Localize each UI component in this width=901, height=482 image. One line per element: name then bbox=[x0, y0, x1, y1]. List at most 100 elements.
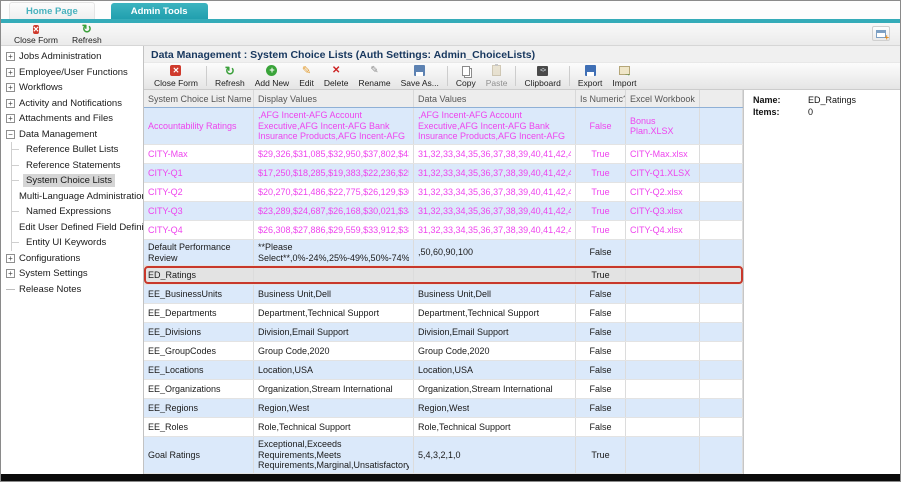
expand-icon[interactable]: + bbox=[6, 99, 15, 108]
cell-blank bbox=[700, 221, 743, 239]
table-row-ee-locations[interactable]: EE_LocationsLocation,USALocation,USAFals… bbox=[144, 361, 743, 380]
expand-icon[interactable]: + bbox=[6, 114, 15, 123]
column-header-blank[interactable] bbox=[700, 90, 743, 107]
expand-icon[interactable]: + bbox=[6, 269, 15, 278]
excel-workbook-link[interactable]: CITY-Q4.xlsx bbox=[630, 225, 683, 236]
column-header-is-numeric-[interactable]: Is Numeric? bbox=[576, 90, 626, 107]
sidebar-item-system-choice-lists[interactable]: System Choice Lists bbox=[12, 173, 143, 189]
add-new-button[interactable]: +Add New bbox=[250, 63, 295, 89]
cell-display-values: Location,USA bbox=[254, 361, 414, 379]
import-button[interactable]: Import bbox=[607, 63, 641, 89]
cell-list-name: EE_Divisions bbox=[144, 323, 254, 341]
cell-excel-workbook bbox=[626, 361, 700, 379]
close-form-button[interactable]: ✕Close Form bbox=[149, 63, 203, 89]
cell-display-values: ,AFG Incent-AFG Account Executive,AFG In… bbox=[254, 108, 414, 144]
sidebar-item-multi-language-administration[interactable]: Multi-Language Administration bbox=[12, 189, 143, 205]
cell-is-numeric: False bbox=[576, 342, 626, 360]
tab-admin-tools[interactable]: Admin Tools bbox=[111, 3, 208, 19]
sidebar-item-label: System Settings bbox=[19, 268, 88, 279]
cell-blank bbox=[700, 145, 743, 163]
cell-list-name: EE_Regions bbox=[144, 399, 254, 417]
refresh-button[interactable]: ↻Refresh bbox=[210, 63, 250, 89]
table-row-default-performance-review[interactable]: Default Performance Review**Please Selec… bbox=[144, 240, 743, 266]
clipboard-label: Clipboard bbox=[524, 78, 560, 88]
cell-blank bbox=[700, 240, 743, 265]
clipboard-button[interactable]: <>Clipboard bbox=[519, 63, 565, 89]
table-row-ed-ratings[interactable]: ED_RatingsTrue bbox=[144, 266, 743, 285]
close-form-button[interactable]: ✕ Close Form bbox=[7, 23, 65, 46]
table-row-ee-businessunits[interactable]: EE_BusinessUnitsBusiness Unit,DellBusine… bbox=[144, 285, 743, 304]
cell-blank bbox=[700, 342, 743, 360]
sidebar-item-release-notes[interactable]: Release Notes bbox=[1, 282, 143, 298]
tab-home-page[interactable]: Home Page bbox=[9, 2, 95, 19]
sidebar-item-reference-bullet-lists[interactable]: Reference Bullet Lists bbox=[12, 142, 143, 158]
edit-button[interactable]: ✎Edit bbox=[294, 63, 319, 89]
excel-workbook-link[interactable]: CITY-Q3.xlsx bbox=[630, 206, 683, 217]
close-form-icon: ✕ bbox=[169, 64, 182, 77]
cell-blank bbox=[700, 323, 743, 341]
table-row-ee-divisions[interactable]: EE_DivisionsDivision,Email SupportDivisi… bbox=[144, 323, 743, 342]
navigation-tree: +Jobs Administration+Employee/User Funct… bbox=[1, 46, 144, 476]
column-header-display-values[interactable]: Display Values bbox=[254, 90, 414, 107]
sidebar-item-attachments-and-files[interactable]: +Attachments and Files bbox=[1, 111, 143, 127]
table-row-city-q2[interactable]: CITY-Q2$20,270,$21,486,$22,775,$26,129,$… bbox=[144, 183, 743, 202]
column-header-data-values[interactable]: Data Values bbox=[414, 90, 576, 107]
sidebar-item-edit-user-defined-field-definitions[interactable]: Edit User Defined Field Definitions bbox=[12, 220, 143, 236]
table-row-city-q1[interactable]: CITY-Q1$17,250,$18,285,$19,383,$22,236,$… bbox=[144, 164, 743, 183]
table-row-goal-ratings[interactable]: Goal RatingsExceptional,Exceeds Requirem… bbox=[144, 437, 743, 474]
sidebar-item-data-management[interactable]: −Data Management bbox=[1, 127, 143, 143]
table-row-ee-organizations[interactable]: EE_OrganizationsOrganization,Stream Inte… bbox=[144, 380, 743, 399]
expand-icon[interactable]: + bbox=[6, 83, 15, 92]
excel-workbook-link[interactable]: CITY-Max.xlsx bbox=[630, 149, 688, 160]
excel-workbook-link[interactable]: CITY-Q2.xlsx bbox=[630, 187, 683, 198]
table-row-accountability-ratings[interactable]: Accountability Ratings,AFG Incent-AFG Ac… bbox=[144, 108, 743, 145]
window-bottom-edge bbox=[1, 474, 900, 481]
cell-is-numeric: False bbox=[576, 285, 626, 303]
sidebar-item-activity-and-notifications[interactable]: + Activity and Notifications bbox=[1, 96, 143, 112]
table-row-ee-roles[interactable]: EE_RolesRole,Technical SupportRole,Techn… bbox=[144, 418, 743, 437]
rename-button[interactable]: ✎Rename bbox=[353, 63, 395, 89]
sidebar-item-named-expressions[interactable]: Named Expressions bbox=[12, 204, 143, 220]
save-as-button[interactable]: Save As... bbox=[396, 63, 444, 89]
table-row-city-q3[interactable]: CITY-Q3$23,289,$24,687,$26,168,$30,021,$… bbox=[144, 202, 743, 221]
expand-icon[interactable]: + bbox=[6, 52, 15, 61]
collapse-icon[interactable]: − bbox=[6, 130, 15, 139]
clipboard-icon: <> bbox=[536, 64, 549, 77]
sidebar-item-jobs-administration[interactable]: +Jobs Administration bbox=[1, 49, 143, 65]
expand-icon[interactable]: + bbox=[6, 254, 15, 263]
delete-button[interactable]: ✕Delete bbox=[319, 63, 354, 89]
sidebar-item-workflows[interactable]: +Workflows bbox=[1, 80, 143, 96]
table-row-city-q4[interactable]: CITY-Q4$26,308,$27,886,$29,559,$33,912,$… bbox=[144, 221, 743, 240]
table-row-ee-regions[interactable]: EE_RegionsRegion,WestRegion,WestFalse bbox=[144, 399, 743, 418]
export-button[interactable]: Export bbox=[573, 63, 608, 89]
close-form-label: Close Form bbox=[14, 35, 58, 45]
table-row-ee-departments[interactable]: EE_DepartmentsDepartment,Technical Suppo… bbox=[144, 304, 743, 323]
app-window: Home Page Admin Tools ✕ Close Form ↻ Ref… bbox=[0, 0, 901, 482]
export-label: Export bbox=[578, 78, 603, 88]
sidebar-item-employee-user-functions[interactable]: +Employee/User Functions bbox=[1, 65, 143, 81]
cell-is-numeric: True bbox=[576, 437, 626, 473]
sidebar-item-system-settings[interactable]: + System Settings bbox=[1, 266, 143, 282]
table-row-ee-groupcodes[interactable]: EE_GroupCodesGroup Code,2020Group Code,2… bbox=[144, 342, 743, 361]
refresh-button[interactable]: ↻ Refresh bbox=[65, 23, 109, 46]
new-window-button[interactable] bbox=[872, 26, 890, 41]
excel-workbook-link[interactable]: CITY-Q1.XLSX bbox=[630, 168, 690, 179]
cell-blank bbox=[700, 304, 743, 322]
column-header-excel-workbook[interactable]: Excel Workbook bbox=[626, 90, 700, 107]
cell-is-numeric: True bbox=[576, 183, 626, 201]
cell-data-values: ,50,60,90,100 bbox=[414, 240, 576, 265]
cell-is-numeric: False bbox=[576, 240, 626, 265]
sidebar-item-entity-ui-keywords[interactable]: Entity UI Keywords bbox=[12, 235, 143, 251]
cell-list-name: EE_Roles bbox=[144, 418, 254, 436]
name-value: ED_Ratings bbox=[808, 95, 856, 105]
sidebar-item-configurations[interactable]: +Configurations bbox=[1, 251, 143, 267]
excel-workbook-link[interactable]: Bonus Plan.XLSX bbox=[630, 116, 695, 137]
copy-button[interactable]: Copy bbox=[451, 63, 481, 89]
page-title: Data Management : System Choice Lists (A… bbox=[144, 46, 900, 62]
sidebar-item-reference-statements[interactable]: Reference Statements bbox=[12, 158, 143, 174]
expand-icon[interactable]: + bbox=[6, 68, 15, 77]
column-header-system-choice-list-name[interactable]: System Choice List Name bbox=[144, 90, 254, 107]
sidebar-item-label: Activity and Notifications bbox=[19, 98, 122, 109]
items-label: Items: bbox=[753, 107, 808, 117]
table-row-city-max[interactable]: CITY-Max$29,326,$31,085,$32,950,$37,802,… bbox=[144, 145, 743, 164]
